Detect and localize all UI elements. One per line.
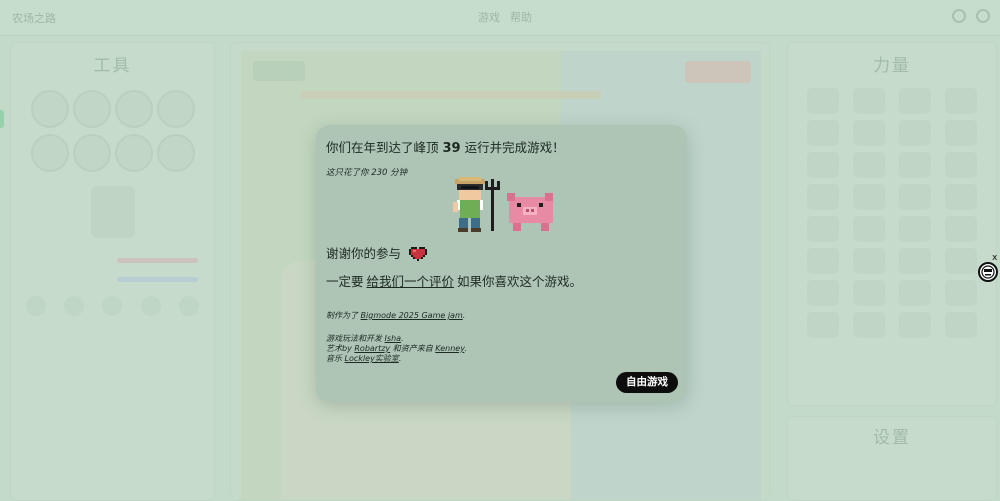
farmer-sprite-icon [453,177,500,232]
game-jam-link[interactable]: Bigmode 2025 Game jam [361,311,463,320]
final-turn-number: 39 [442,141,461,156]
artist-link[interactable]: Robartzy [354,344,390,353]
made-for-text: 制作为了 [326,311,358,320]
assets-link[interactable]: Kenney [435,344,464,353]
pig-sprite-icon [507,193,553,231]
thanks-line: 谢谢你的参与 [326,243,428,262]
art-credit-period: . [464,344,467,353]
music-credit-text: 音乐 [326,354,342,363]
assets-credit-text: 和资产来自 [392,344,433,353]
credits: 制作为了 Bigmode 2025 Game jam. 游戏玩法和开发 Isha… [326,311,467,364]
gameplay-credit-period: . [401,334,404,343]
gameplay-credit-text: 游戏玩法和开发 [326,334,382,343]
art-credit-text: 艺术by [326,344,352,353]
music-link[interactable]: Lockley实验室 [345,354,399,363]
developer-link[interactable]: Isha [385,334,402,343]
made-for-period: . [462,311,466,320]
made-for-line: 制作为了 Bigmode 2025 Game jam. [326,311,467,321]
review-suffix: 如果你喜欢这个游戏。 [457,274,583,289]
art-credit-line: 艺术by Robartzy 和资产来自 Kenney. [326,344,467,354]
thanks-text: 谢谢你的参与 [326,246,402,261]
free-play-button[interactable]: 自由游戏 [616,372,678,393]
helper-widget[interactable] [978,262,998,282]
review-line: 一定要 给我们一个评价 如果你喜欢这个游戏。 [326,271,582,290]
gameplay-credit-line: 游戏玩法和开发 Isha. [326,334,467,344]
farmer-and-pig-sprites [453,177,553,232]
headline-text: 你们在年到达了峰顶 [326,140,439,155]
review-prefix: 一定要 [326,274,364,289]
completion-headline: 你们在年到达了峰顶 39 运行并完成游戏！ [326,137,677,156]
mascot-icon [981,265,995,279]
game-complete-dialog: 你们在年到达了峰顶 39 运行并完成游戏！ 这只花了你 230 分钟 谢谢你的参… [316,125,687,402]
music-credit-period: . [398,354,402,363]
helper-close-icon[interactable]: x [992,253,997,263]
headline-text-end: 运行并完成游戏！ [464,140,565,155]
review-link[interactable]: 给我们一个评价 [367,274,455,289]
heart-icon [409,246,428,261]
music-credit-line: 音乐 Lockley实验室. [326,354,467,364]
